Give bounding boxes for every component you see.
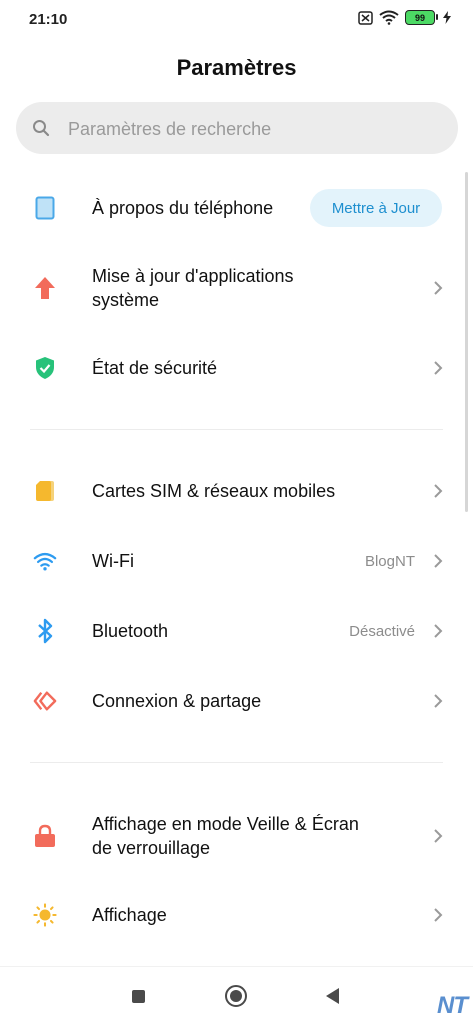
settings-item-label-line2: de verrouillage (92, 838, 211, 858)
recents-icon[interactable] (132, 990, 145, 1003)
bluetooth-icon (33, 618, 57, 644)
settings-item-system-app-update[interactable]: Mise à jour d'applications système (0, 263, 473, 313)
chevron-right-icon (434, 694, 443, 708)
navigation-bar (0, 966, 473, 1025)
phone-icon (33, 196, 57, 220)
settings-item-label: Affichage (92, 905, 167, 925)
wifi-icon (33, 549, 57, 573)
charging-icon (443, 11, 451, 24)
settings-item-label: Bluetooth (92, 621, 169, 641)
watermark-logo: NT (437, 992, 468, 1019)
chevron-right-icon (434, 361, 443, 375)
sim-card-icon (33, 479, 57, 503)
settings-item-label: Cartes SIM & réseaux mobiles (92, 481, 336, 501)
section-divider (30, 762, 443, 763)
chevron-right-icon (434, 908, 443, 922)
search-icon (33, 120, 50, 137)
update-button[interactable]: Mettre à Jour (310, 189, 442, 227)
settings-item-lock-screen[interactable]: Affichage en mode Veille & Écran de verr… (0, 811, 473, 861)
settings-item-label-line2: système (92, 290, 160, 310)
back-icon[interactable] (326, 988, 339, 1004)
settings-item-bluetooth[interactable]: Bluetooth Désactivé (0, 608, 473, 654)
status-bar: 21:10 99 (0, 0, 473, 40)
search-bar[interactable] (16, 102, 458, 156)
wifi-icon (379, 10, 399, 25)
settings-item-label: État de sécurité (92, 358, 218, 378)
shield-check-icon (33, 356, 57, 380)
lock-icon (33, 824, 57, 848)
settings-item-label: Connexion & partage (92, 691, 262, 711)
arrow-up-icon (33, 276, 57, 300)
settings-item-sim-cards[interactable]: Cartes SIM & réseaux mobiles (0, 468, 473, 514)
scrollbar[interactable] (465, 172, 468, 512)
status-time: 21:10 (29, 11, 68, 28)
battery-level: 99 (414, 12, 425, 23)
chevron-right-icon (434, 829, 443, 843)
status-icons: 99 (358, 10, 451, 25)
chevron-right-icon (434, 554, 443, 568)
settings-item-label: Mise à jour d'applications système (92, 264, 294, 312)
chevron-right-icon (434, 281, 443, 295)
settings-item-label-line1: Mise à jour d'applications (92, 266, 294, 286)
settings-item-display[interactable]: Affichage (0, 892, 473, 938)
page-title: Paramètres (176, 55, 297, 80)
chevron-right-icon (434, 624, 443, 638)
sun-icon (33, 903, 57, 927)
settings-item-label-line1: Affichage en mode Veille & Écran (92, 814, 359, 834)
chevron-right-icon (434, 484, 443, 498)
settings-item-value: Désactivé (349, 622, 415, 640)
home-icon[interactable] (225, 985, 247, 1007)
settings-item-label: Affichage en mode Veille & Écran de verr… (92, 812, 359, 860)
settings-item-label: À propos du téléphone (92, 198, 274, 218)
settings-item-wifi[interactable]: Wi-Fi BlogNT (0, 538, 473, 584)
search-input[interactable] (66, 102, 450, 156)
settings-item-value: BlogNT (364, 552, 415, 570)
settings-item-label: Wi-Fi (92, 551, 134, 571)
no-sim-icon (358, 10, 373, 25)
settings-item-connection-sharing[interactable]: Connexion & partage (0, 678, 473, 724)
settings-item-about-phone[interactable]: À propos du téléphone Mettre à Jour (0, 185, 473, 231)
settings-item-security-status[interactable]: État de sécurité (0, 345, 473, 391)
share-icon (33, 689, 57, 713)
section-divider (30, 429, 443, 430)
battery-icon: 99 (405, 10, 438, 25)
